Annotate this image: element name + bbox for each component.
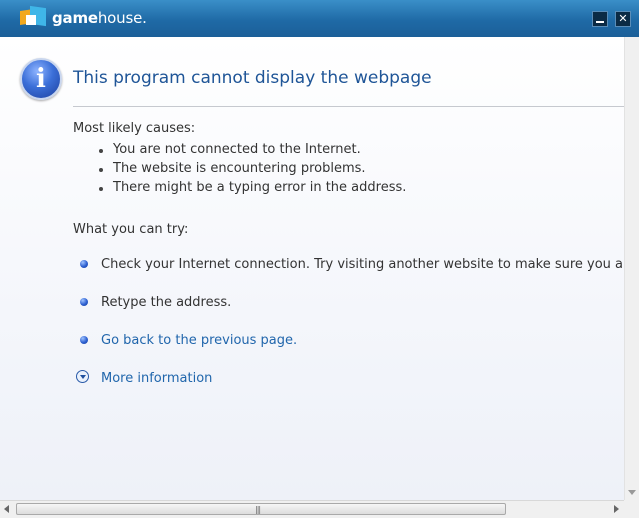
cause-item: You are not connected to the Internet. <box>113 142 361 157</box>
close-icon: ✕ <box>618 12 628 25</box>
try-item-retype: Retype the address. <box>101 295 232 310</box>
bullet-icon <box>99 187 103 191</box>
scroll-left-arrow-icon[interactable] <box>4 505 9 513</box>
try-heading: What you can try: <box>73 222 189 237</box>
try-item-check-connection: Check your Internet connection. Try visi… <box>101 257 624 272</box>
page-title: This program cannot display the webpage <box>73 68 432 88</box>
gamehouse-logo-icon <box>20 5 48 29</box>
bullet-icon <box>99 168 103 172</box>
more-information-link[interactable]: More information <box>101 371 212 386</box>
title-divider <box>73 106 624 107</box>
scroll-right-arrow-icon[interactable] <box>614 505 619 513</box>
scroll-down-arrow-icon[interactable] <box>628 490 636 495</box>
blue-bullet-icon <box>80 298 88 306</box>
minimize-button[interactable] <box>592 11 608 27</box>
info-icon: i <box>20 58 62 100</box>
horizontal-scroll-thumb[interactable]: ||| <box>16 503 506 515</box>
grip-icon: ||| <box>255 505 261 514</box>
window-titlebar: gamehouse. ✕ <box>0 0 639 37</box>
scrollbar-corner <box>624 500 639 518</box>
close-button[interactable]: ✕ <box>615 11 631 27</box>
go-back-link[interactable]: Go back to the previous page. <box>101 333 297 348</box>
blue-bullet-icon <box>80 336 88 344</box>
minimize-icon <box>596 21 604 23</box>
cause-item: The website is encountering problems. <box>113 161 366 176</box>
bullet-icon <box>99 149 103 153</box>
causes-heading: Most likely causes: <box>73 121 196 136</box>
logo-text: gamehouse. <box>52 9 147 27</box>
horizontal-scrollbar[interactable]: ||| <box>0 500 639 518</box>
error-page: i This program cannot display the webpag… <box>0 37 624 500</box>
chevron-down-circle-icon[interactable] <box>76 370 89 383</box>
vertical-scrollbar[interactable] <box>624 37 639 500</box>
blue-bullet-icon <box>80 260 88 268</box>
cause-item: There might be a typing error in the add… <box>113 180 407 195</box>
gamehouse-logo: gamehouse. <box>20 5 147 29</box>
